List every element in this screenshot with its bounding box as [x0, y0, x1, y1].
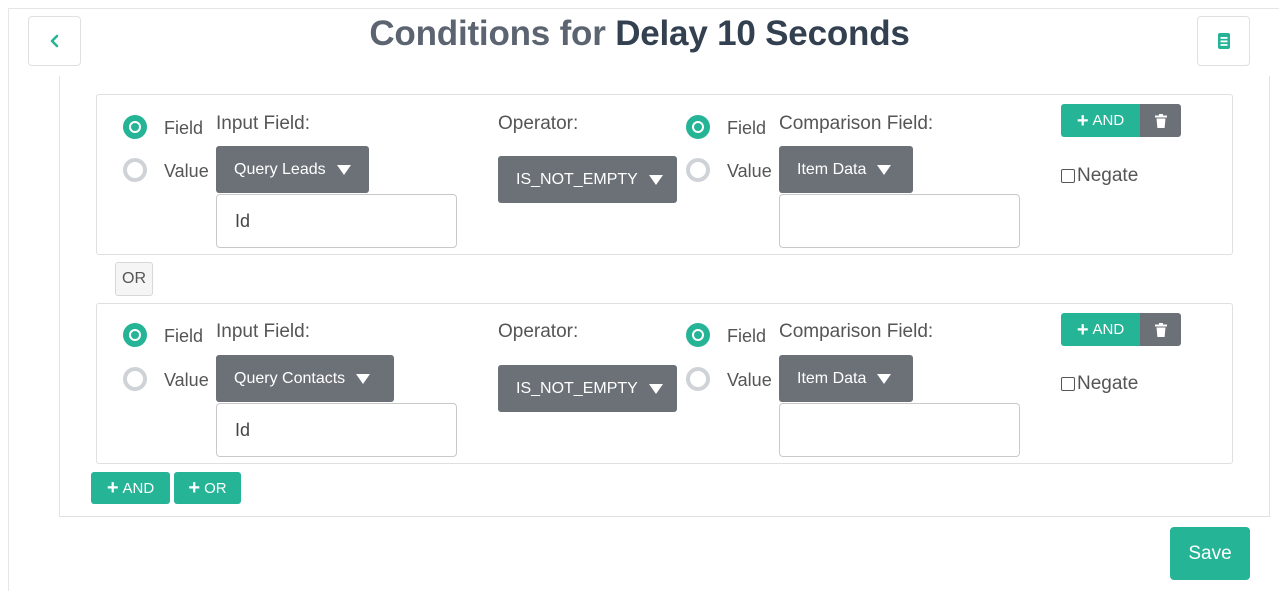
input-value-field[interactable]: Id	[216, 403, 457, 457]
caret-down-icon	[877, 164, 892, 175]
comparison-field-label: Comparison Field:	[779, 113, 934, 134]
checkbox-icon	[1061, 377, 1075, 391]
comparison-value-radio[interactable]	[686, 158, 710, 182]
add-and-button[interactable]: + AND	[1061, 104, 1140, 137]
comparison-field-label: Comparison Field:	[779, 321, 934, 342]
input-source-dropdown[interactable]: Query Leads	[216, 146, 369, 193]
trash-icon	[1154, 113, 1167, 128]
comparison-source-value: Item Data	[797, 160, 867, 178]
plus-icon: +	[1076, 318, 1089, 341]
comparison-source-value: Item Data	[797, 369, 867, 387]
input-value-radio-label: Value	[164, 161, 209, 181]
negate-checkbox[interactable]: Negate	[1061, 165, 1138, 187]
negate-checkbox[interactable]: Negate	[1061, 373, 1138, 395]
caret-down-icon	[648, 383, 663, 394]
document-icon	[1217, 33, 1230, 49]
negate-label: Negate	[1077, 165, 1139, 186]
operator-value: IS_NOT_EMPTY	[516, 379, 638, 397]
operator-dropdown[interactable]: IS_NOT_EMPTY	[498, 365, 677, 412]
input-field-label: Input Field:	[216, 321, 310, 342]
comparison-value-field[interactable]	[779, 194, 1020, 248]
comparison-field-radio[interactable]	[686, 115, 710, 139]
comparison-value-radio-label: Value	[727, 161, 772, 181]
add-or-group-button[interactable]: + OR	[174, 472, 241, 504]
save-button[interactable]: Save	[1170, 527, 1250, 580]
input-value-radio-label: Value	[164, 370, 209, 390]
or-separator-badge: OR	[115, 262, 153, 296]
condition-card: Field Value Input Field: Query Leads Id …	[96, 94, 1233, 255]
operator-label: Operator:	[498, 113, 579, 134]
add-and-label: AND	[1092, 112, 1125, 129]
page-title: Conditions for Delay 10 Seconds	[0, 14, 1279, 54]
comparison-field-radio-label: Field	[727, 118, 767, 138]
checkbox-icon	[1061, 169, 1075, 183]
add-and-button[interactable]: + AND	[1061, 313, 1140, 346]
comparison-field-radio[interactable]	[686, 323, 710, 347]
input-value-field[interactable]: Id	[216, 194, 457, 248]
plus-icon: +	[1076, 109, 1089, 132]
delete-condition-button[interactable]	[1140, 313, 1181, 346]
negate-label: Negate	[1077, 373, 1139, 394]
add-and-group-label: AND	[122, 479, 155, 497]
input-source-value: Query Contacts	[234, 369, 346, 387]
page-title-subject: Delay 10 Seconds	[615, 14, 910, 53]
input-field-radio-label: Field	[164, 326, 204, 346]
input-value-radio[interactable]	[123, 158, 147, 182]
page-title-prefix: Conditions for	[369, 14, 606, 53]
add-and-group-button[interactable]: + AND	[91, 472, 170, 504]
comparison-source-dropdown[interactable]: Item Data	[779, 146, 913, 193]
report-button[interactable]	[1197, 16, 1250, 66]
caret-down-icon	[336, 164, 351, 175]
trash-icon	[1154, 322, 1167, 337]
operator-label: Operator:	[498, 321, 579, 342]
input-value-radio[interactable]	[123, 367, 147, 391]
operator-dropdown[interactable]: IS_NOT_EMPTY	[498, 156, 677, 203]
add-or-group-label: OR	[204, 479, 227, 497]
frame-border-top	[8, 8, 1279, 9]
input-field-radio-label: Field	[164, 118, 204, 138]
plus-icon: +	[188, 477, 201, 499]
comparison-source-dropdown[interactable]: Item Data	[779, 355, 913, 402]
comparison-field-radio-label: Field	[727, 326, 767, 346]
input-source-dropdown[interactable]: Query Contacts	[216, 355, 394, 402]
caret-down-icon	[877, 373, 892, 384]
input-field-radio[interactable]	[123, 323, 147, 347]
condition-card: Field Value Input Field: Query Contacts …	[96, 303, 1233, 464]
add-and-label: AND	[1092, 321, 1125, 338]
comparison-value-field[interactable]	[779, 403, 1020, 457]
comparison-value-radio[interactable]	[686, 367, 710, 391]
input-field-label: Input Field:	[216, 113, 310, 134]
plus-icon: +	[106, 477, 119, 499]
operator-value: IS_NOT_EMPTY	[516, 170, 638, 188]
comparison-value-radio-label: Value	[727, 370, 772, 390]
frame-border-left	[8, 8, 9, 591]
caret-down-icon	[648, 174, 663, 185]
input-source-value: Query Leads	[234, 160, 326, 178]
delete-condition-button[interactable]	[1140, 104, 1181, 137]
caret-down-icon	[356, 373, 371, 384]
input-field-radio[interactable]	[123, 115, 147, 139]
